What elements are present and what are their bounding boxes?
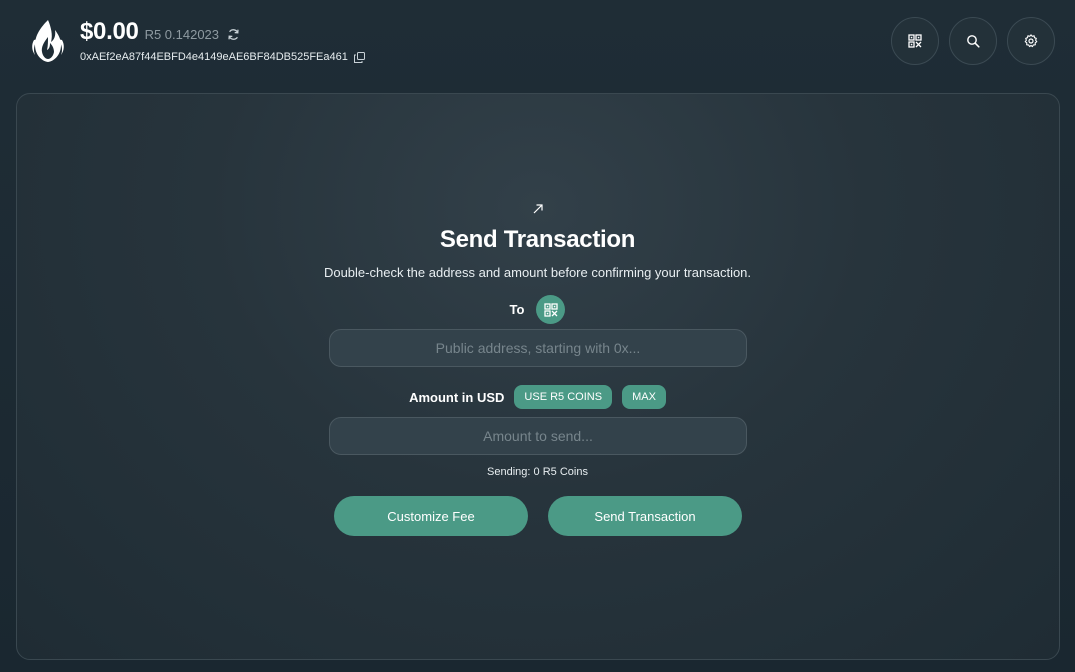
- search-icon: [967, 35, 980, 48]
- refresh-icon[interactable]: [227, 28, 240, 41]
- use-coins-button[interactable]: USE R5 COINS: [514, 385, 613, 409]
- arrow-up-right-icon: [533, 204, 543, 214]
- page-subtitle: Double-check the address and amount befo…: [323, 265, 752, 280]
- qr-code-button[interactable]: [891, 17, 939, 65]
- settings-button[interactable]: [1007, 17, 1055, 65]
- wallet-address-row: 0xAEf2eA87f44EBFD4e4149eAE6BF84DB525FEa4…: [80, 51, 365, 63]
- qr-code-icon: [544, 302, 558, 317]
- page-title: Send Transaction: [439, 226, 636, 253]
- recipient-address-input[interactable]: [329, 329, 747, 367]
- balance-usd: $0.00: [80, 18, 139, 45]
- balance-coins: R5 0.142023: [144, 27, 220, 42]
- to-label: To: [509, 302, 525, 317]
- sending-summary: Sending: 0 R5 Coins: [487, 466, 588, 478]
- balance-row: $0.00 R5 0.142023: [80, 18, 240, 46]
- max-button[interactable]: MAX: [622, 385, 666, 409]
- amount-input[interactable]: [329, 417, 747, 455]
- wallet-app: $0.00 R5 0.142023 0xAEf2eA87f44EBFD4e414…: [0, 0, 1075, 672]
- amount-label: Amount in USD: [409, 389, 505, 405]
- send-transaction-button[interactable]: Send Transaction: [548, 496, 742, 536]
- amount-row: Amount in USD USE R5 COINS MAX: [0, 385, 1075, 409]
- search-button[interactable]: [949, 17, 997, 65]
- copy-icon[interactable]: [353, 51, 365, 63]
- scan-qr-button[interactable]: [536, 295, 566, 324]
- header: $0.00 R5 0.142023 0xAEf2eA87f44EBFD4e414…: [0, 0, 1075, 90]
- flame-logo-icon: [32, 20, 64, 62]
- to-row: To: [0, 295, 1075, 324]
- wallet-address: 0xAEf2eA87f44EBFD4e4149eAE6BF84DB525FEa4…: [80, 51, 348, 63]
- qr-code-icon: [908, 34, 922, 48]
- customize-fee-button[interactable]: Customize Fee: [334, 496, 528, 536]
- send-panel: [16, 93, 1060, 660]
- gear-icon: [1024, 34, 1038, 48]
